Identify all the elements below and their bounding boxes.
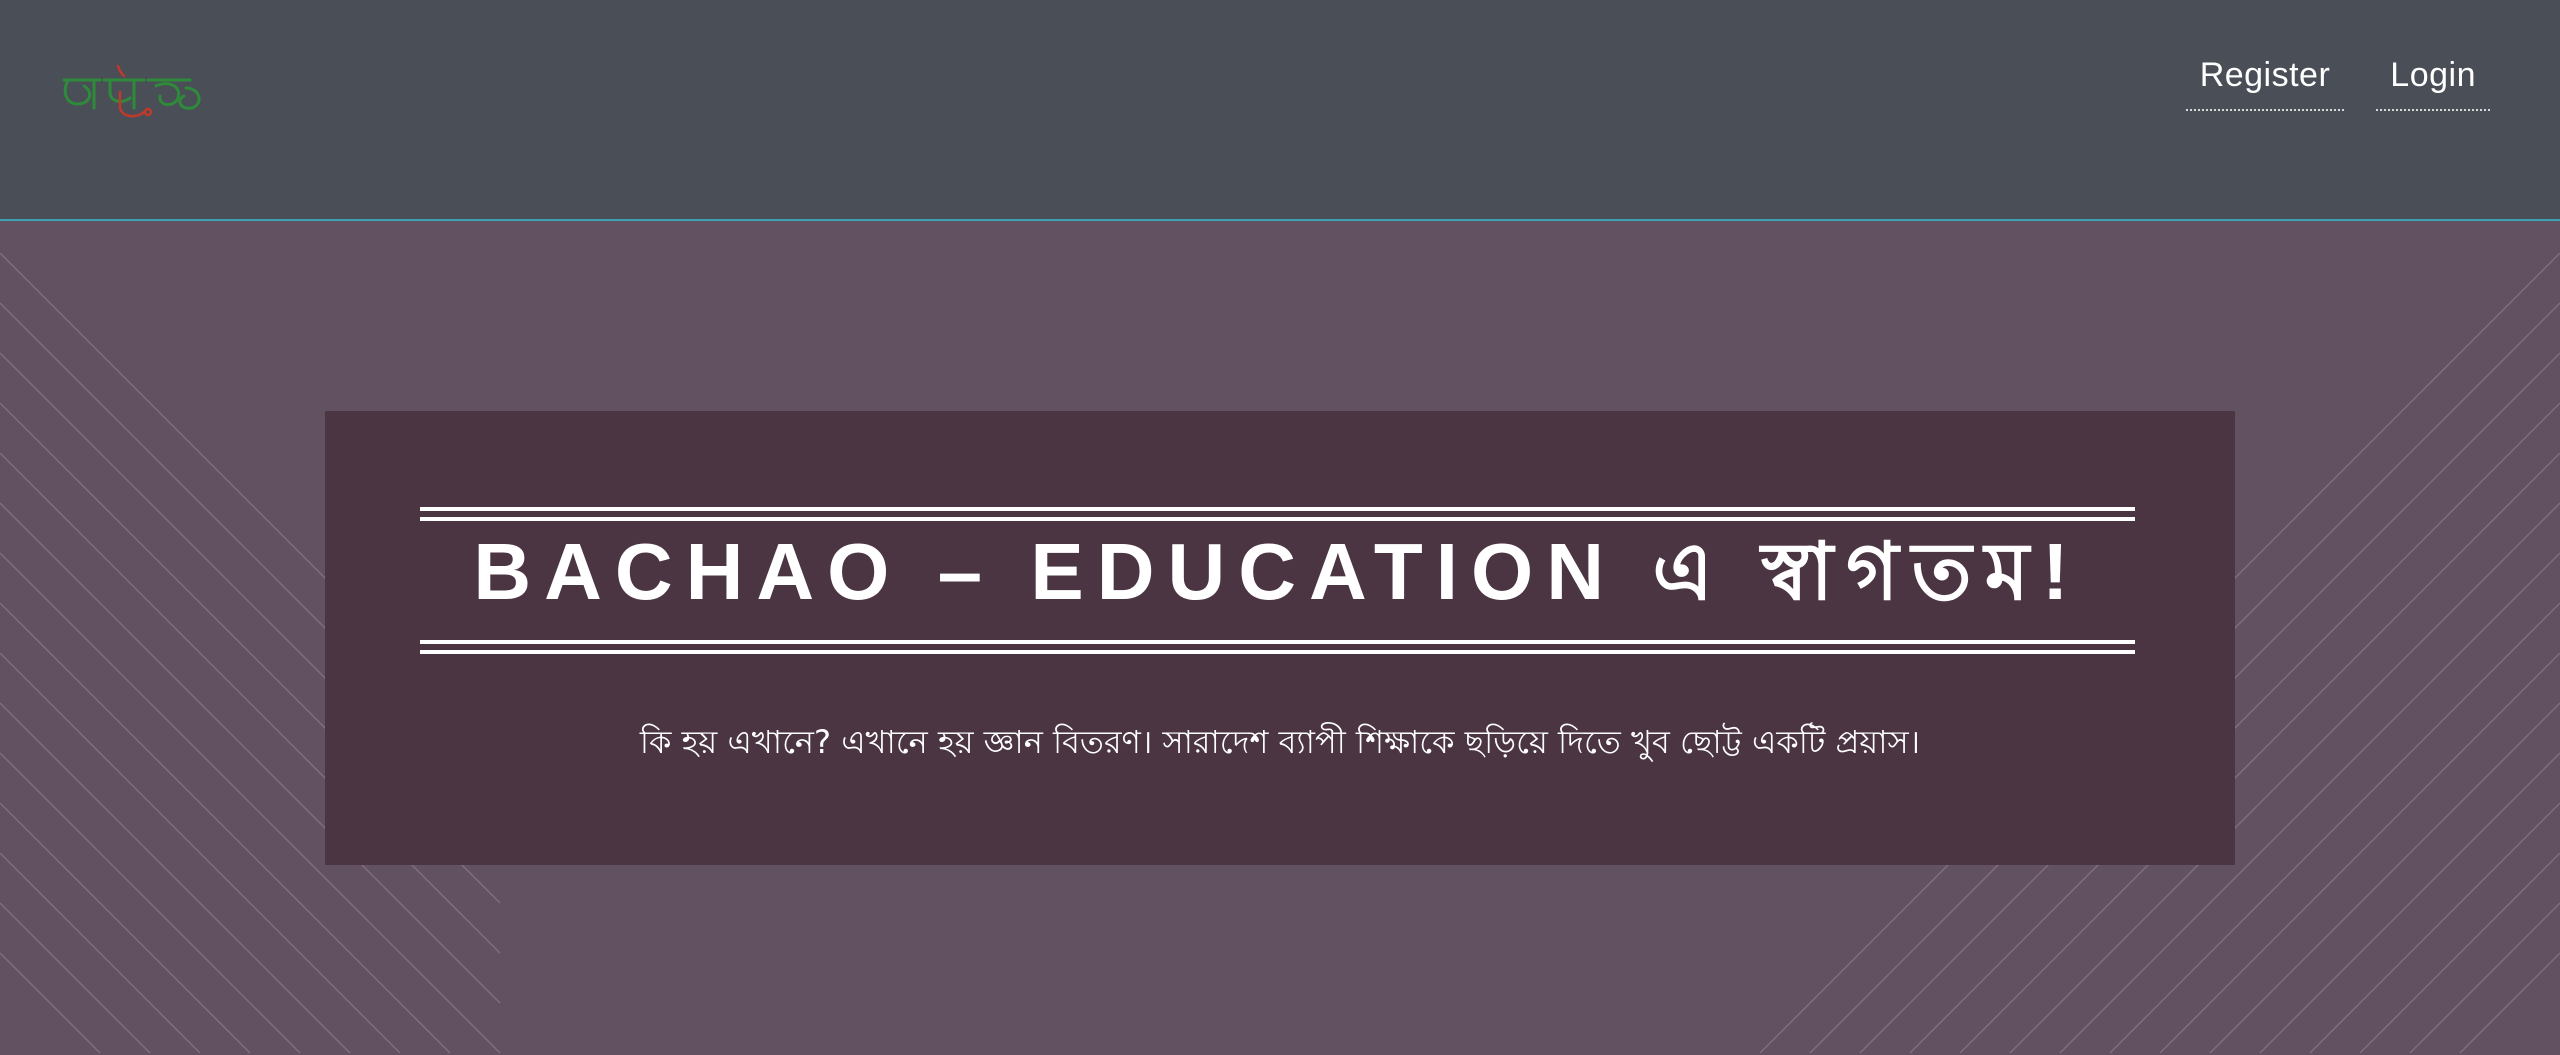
title-bottom-rule-inner <box>420 640 2135 644</box>
nav-links: Register Login <box>2185 52 2490 111</box>
top-navbar: Register Login <box>0 0 2560 221</box>
title-top-rule-outer <box>420 507 2135 511</box>
title-bottom-rule-outer <box>420 650 2135 654</box>
page-subtitle: কি হয় এখানে? এখানে হয় জ্ঞান বিতরণ। সার… <box>639 723 1921 761</box>
register-link[interactable]: Register <box>2185 52 2345 111</box>
welcome-banner: BACHAO – EDUCATION এ স্বাগতম! কি হয় এখা… <box>325 411 2235 865</box>
login-link[interactable]: Login <box>2376 52 2490 111</box>
bachao-logo[interactable] <box>60 58 210 128</box>
page-title: BACHAO – EDUCATION এ স্বাগতম! <box>473 527 2082 616</box>
hero-section: BACHAO – EDUCATION এ স্বাগতম! কি হয় এখা… <box>0 223 2560 1055</box>
title-top-rule-inner <box>420 517 2135 521</box>
